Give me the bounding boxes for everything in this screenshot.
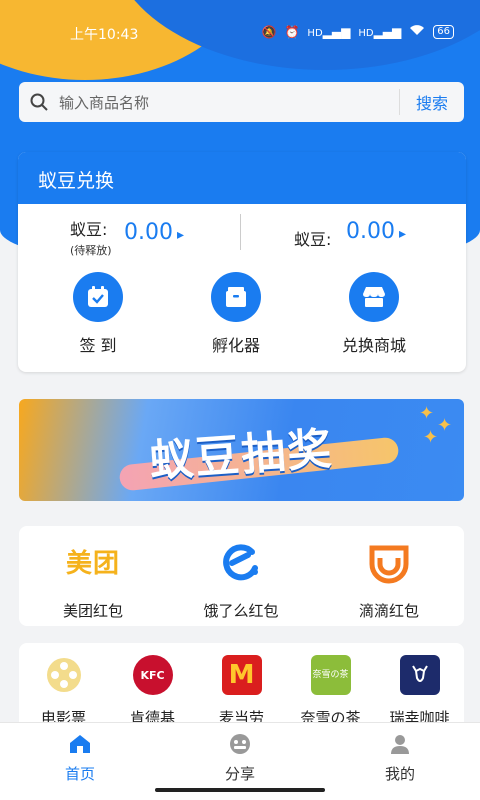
movie-ticket-item[interactable]: 电影票 xyxy=(19,655,108,728)
signal-icon-2: HD▂▄▆ xyxy=(358,24,402,39)
incubator-button[interactable]: 孵化器 xyxy=(176,272,296,356)
lottery-banner[interactable]: 蚁豆抽奖 ✦ ✦ ✦ xyxy=(19,399,464,501)
search-input[interactable]: 输入商品名称 xyxy=(59,92,399,113)
status-bar: 上午10:43 🔕 ⏰ HD▂▄▆ HD▂▄▆ 66 xyxy=(0,20,480,46)
pending-balance[interactable]: 0.00 ▸ xyxy=(124,220,184,245)
available-balance-value: 0.00 xyxy=(346,219,395,244)
incubator-label: 孵化器 xyxy=(211,336,260,355)
exchange-actions: 签 到 孵化器 兑换商城 xyxy=(18,270,466,372)
nav-profile-label: 我的 xyxy=(384,765,415,783)
search-button[interactable]: 搜索 xyxy=(400,90,464,114)
didi-redpacket-label: 滴滴红包 xyxy=(358,602,419,620)
wifi-icon xyxy=(409,24,425,39)
didi-logo-icon xyxy=(315,540,463,584)
calendar-check-icon xyxy=(73,272,123,322)
nav-profile[interactable]: 我的 xyxy=(320,733,480,784)
status-icons: 🔕 ⏰ HD▂▄▆ HD▂▄▆ 66 xyxy=(262,24,454,39)
mcdonalds-item[interactable]: M 麦当劳 xyxy=(197,655,286,728)
chevron-right-icon: ▸ xyxy=(398,226,407,242)
meituan-redpacket-label: 美团红包 xyxy=(62,602,123,620)
eleme-redpacket[interactable]: 饿了么红包 xyxy=(167,540,315,621)
sparkle-icon: ✦ xyxy=(423,427,439,448)
shop-icon xyxy=(349,272,399,322)
deer-logo-icon xyxy=(399,655,440,695)
exchange-card-title: 蚁豆兑换 xyxy=(18,152,466,204)
user-icon xyxy=(320,733,480,759)
nayuki-item[interactable]: 奈雪の茶 奈雪の茶 xyxy=(286,655,375,728)
mute-icon: 🔕 xyxy=(261,24,277,39)
signal-icon-1: HD▂▄▆ xyxy=(307,24,351,39)
eleme-logo-icon xyxy=(167,540,315,582)
available-balance[interactable]: 0.00 ▸ xyxy=(346,219,406,244)
available-balance-label: 蚁豆: xyxy=(294,230,332,249)
balance-row: 蚁豆: (待释放) 0.00 ▸ 蚁豆: 0.00 ▸ xyxy=(18,204,466,270)
meituan-logo-icon: 美团 xyxy=(65,548,120,579)
share-icon xyxy=(160,733,320,759)
home-icon xyxy=(0,733,160,759)
checkin-label: 签 到 xyxy=(79,336,117,355)
exchange-mall-label: 兑换商城 xyxy=(341,336,406,355)
nav-share[interactable]: 分享 xyxy=(160,733,320,784)
exchange-mall-button[interactable]: 兑换商城 xyxy=(314,272,434,356)
nav-home-label: 首页 xyxy=(64,765,95,783)
nav-share-label: 分享 xyxy=(224,765,255,783)
kfc-logo-icon: KFC xyxy=(132,655,173,695)
didi-redpacket[interactable]: 滴滴红包 xyxy=(315,540,463,621)
luckin-item[interactable]: 瑞幸咖啡 xyxy=(375,655,464,728)
exchange-card: 蚁豆兑换 蚁豆: (待释放) 0.00▸ 蚁豆: 0.00▸ 签 到 孵化器 xyxy=(18,152,466,372)
chevron-right-icon: ▸ xyxy=(176,227,185,243)
status-time: 上午10:43 xyxy=(70,27,139,43)
kfc-item[interactable]: KFC 肯德基 xyxy=(108,655,197,728)
film-reel-icon xyxy=(44,655,84,695)
pending-balance-label: 蚁豆: xyxy=(70,220,108,239)
alarm-icon: ⏰ xyxy=(284,24,300,39)
pending-balance-value: 0.00 xyxy=(124,220,173,245)
balance-divider xyxy=(240,214,241,250)
nayuki-logo-icon: 奈雪の茶 xyxy=(310,655,351,695)
sparkle-icon: ✦ xyxy=(419,403,435,424)
red-packet-panel: 美团 美团红包 饿了么红包 滴滴红包 xyxy=(19,526,464,626)
mcdonalds-logo-icon: M xyxy=(221,655,262,695)
search-bar[interactable]: 输入商品名称 搜索 xyxy=(19,82,464,122)
box-icon xyxy=(211,272,261,322)
pending-balance-label-group: 蚁豆: (待释放) xyxy=(70,216,112,258)
banner-title: 蚁豆抽奖 xyxy=(147,423,335,488)
search-icon xyxy=(19,82,59,122)
pending-balance-sublabel: (待释放) xyxy=(70,244,112,257)
eleme-redpacket-label: 饿了么红包 xyxy=(203,602,279,620)
meituan-redpacket[interactable]: 美团 美团红包 xyxy=(19,540,167,621)
nav-home[interactable]: 首页 xyxy=(0,733,160,784)
sparkle-icon: ✦ xyxy=(437,415,453,436)
checkin-button[interactable]: 签 到 xyxy=(38,272,158,356)
home-indicator xyxy=(155,788,325,792)
battery-indicator: 66 xyxy=(433,24,454,39)
